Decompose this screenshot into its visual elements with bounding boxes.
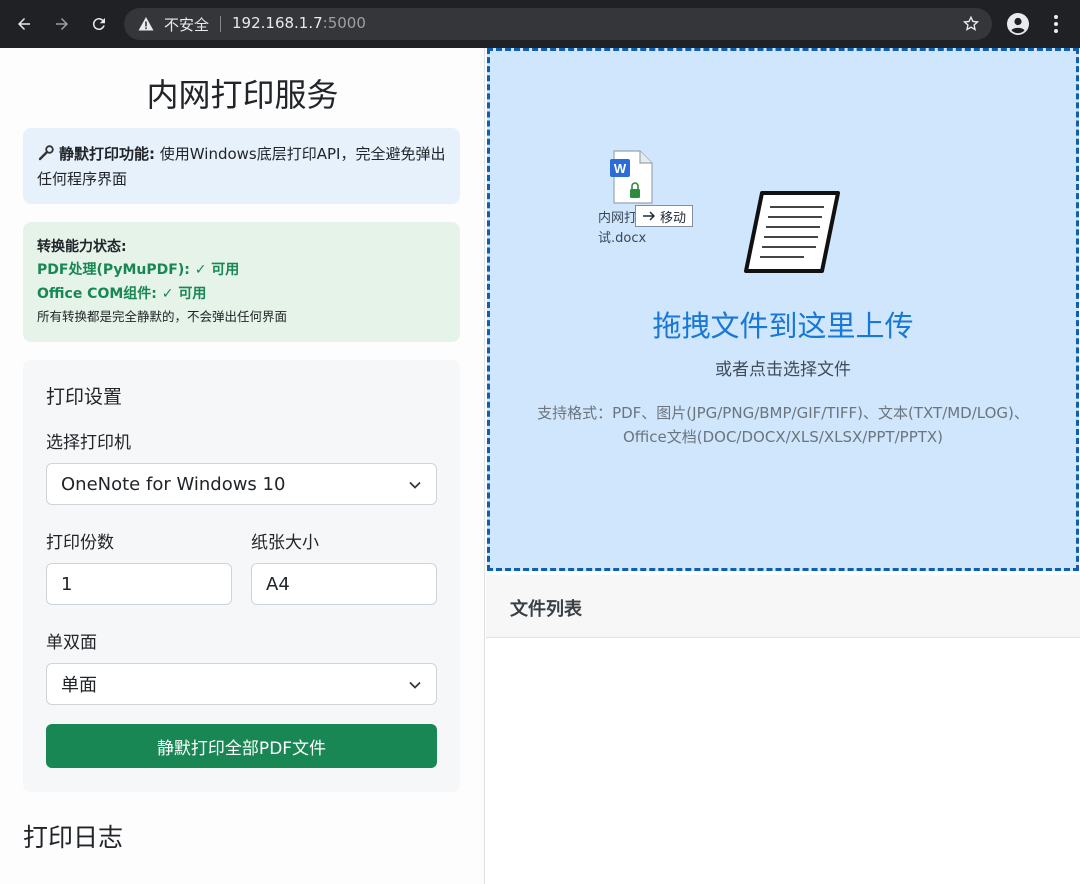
url-text[interactable]: 192.168.1.7:5000 — [232, 14, 366, 32]
word-document-icon: W — [610, 150, 653, 204]
duplex-select[interactable]: 单面 — [46, 663, 437, 705]
arrow-right-icon — [643, 211, 655, 221]
browser-menu-icon[interactable] — [1046, 12, 1066, 36]
drop-zone-title: 拖拽文件到这里上传 — [652, 309, 914, 343]
page-title: 内网打印服务 — [146, 76, 339, 114]
duplex-select-value: 单面 — [61, 675, 97, 696]
bookmark-star-icon[interactable] — [962, 15, 980, 33]
status-note: 所有转换都是完全静默的，不会弹出任何界面 — [37, 309, 288, 324]
url-port: :5000 — [322, 14, 366, 32]
status-pdf: PDF处理(PyMuPDF): ✓ 可用 — [37, 262, 240, 278]
file-drop-zone[interactable]: W 内网打 试.docx 移动 拖拽文件到这里上传 或者点击选择文件 支持格式：… — [487, 48, 1079, 571]
move-tooltip: 移动 — [635, 205, 694, 227]
printer-select[interactable]: OneNote for Windows 10 — [46, 463, 437, 505]
duplex-label: 单双面 — [46, 633, 97, 653]
formats-line-1: 支持格式：PDF、图片(JPG/PNG/BMP/GIF/TIFF)、文本(TXT… — [537, 404, 1029, 422]
printer-select-value: OneNote for Windows 10 — [61, 473, 286, 495]
status-title: 转换能力状态: — [37, 239, 127, 255]
silent-print-all-button[interactable]: 静默打印全部PDF文件 — [46, 724, 437, 768]
security-status-text: 不安全 — [164, 16, 210, 34]
conversion-status-box: 转换能力状态: PDF处理(PyMuPDF): ✓ 可用 Office COM组… — [23, 222, 460, 342]
print-settings-card: 打印设置 选择打印机 OneNote for Windows 10 打印份数 1… — [23, 360, 460, 792]
wrench-icon — [38, 145, 54, 161]
formats-line-2: Office文档(DOC/DOCX/XLS/XLSX/PPT/PPTX) — [622, 428, 944, 446]
address-divider — [220, 16, 221, 32]
paper-size-value: A4 — [266, 573, 290, 595]
chevron-down-icon — [409, 681, 421, 689]
move-tooltip-label: 移动 — [660, 210, 687, 226]
status-office: Office COM组件: ✓ 可用 — [37, 286, 207, 302]
printer-label: 选择打印机 — [46, 433, 131, 453]
paper-size-input[interactable]: A4 — [251, 563, 437, 605]
browser-toolbar: 不安全 192.168.1.7:5000 — [0, 0, 1080, 48]
choose-file-link[interactable]: 或者点击选择文件 — [490, 355, 1076, 380]
document-page-icon — [744, 191, 840, 273]
file-list-body — [486, 639, 1080, 884]
info-bold-label: 静默打印功能: — [59, 145, 155, 163]
profile-avatar-icon[interactable] — [1006, 12, 1030, 36]
file-list-title: 文件列表 — [510, 599, 582, 620]
copies-value: 1 — [61, 573, 73, 595]
file-list-header: 文件列表 — [486, 575, 1080, 638]
back-arrow-icon[interactable] — [10, 10, 38, 38]
paper-size-label: 纸张大小 — [251, 533, 319, 553]
print-log-title: 打印日志 — [23, 823, 124, 852]
left-panel: 内网打印服务 静默打印功能: 使用Windows底层打印API，完全避免弹出任何… — [0, 48, 485, 884]
copies-label: 打印份数 — [46, 533, 114, 553]
settings-title: 打印设置 — [46, 386, 123, 408]
forward-arrow-icon[interactable] — [48, 10, 76, 38]
address-bar[interactable]: 不安全 192.168.1.7:5000 — [124, 8, 992, 40]
svg-text:W: W — [614, 161, 627, 176]
reload-icon[interactable] — [85, 10, 113, 38]
chevron-down-icon — [409, 481, 421, 489]
supported-formats: 支持格式：PDF、图片(JPG/PNG/BMP/GIF/TIFF)、文本(TXT… — [490, 401, 1076, 449]
url-host: 192.168.1.7 — [232, 14, 323, 32]
warning-triangle-icon — [138, 17, 154, 31]
copies-input[interactable]: 1 — [46, 563, 232, 605]
silent-print-info-box: 静默打印功能: 使用Windows底层打印API，完全避免弹出任何程序界面 — [23, 128, 460, 204]
